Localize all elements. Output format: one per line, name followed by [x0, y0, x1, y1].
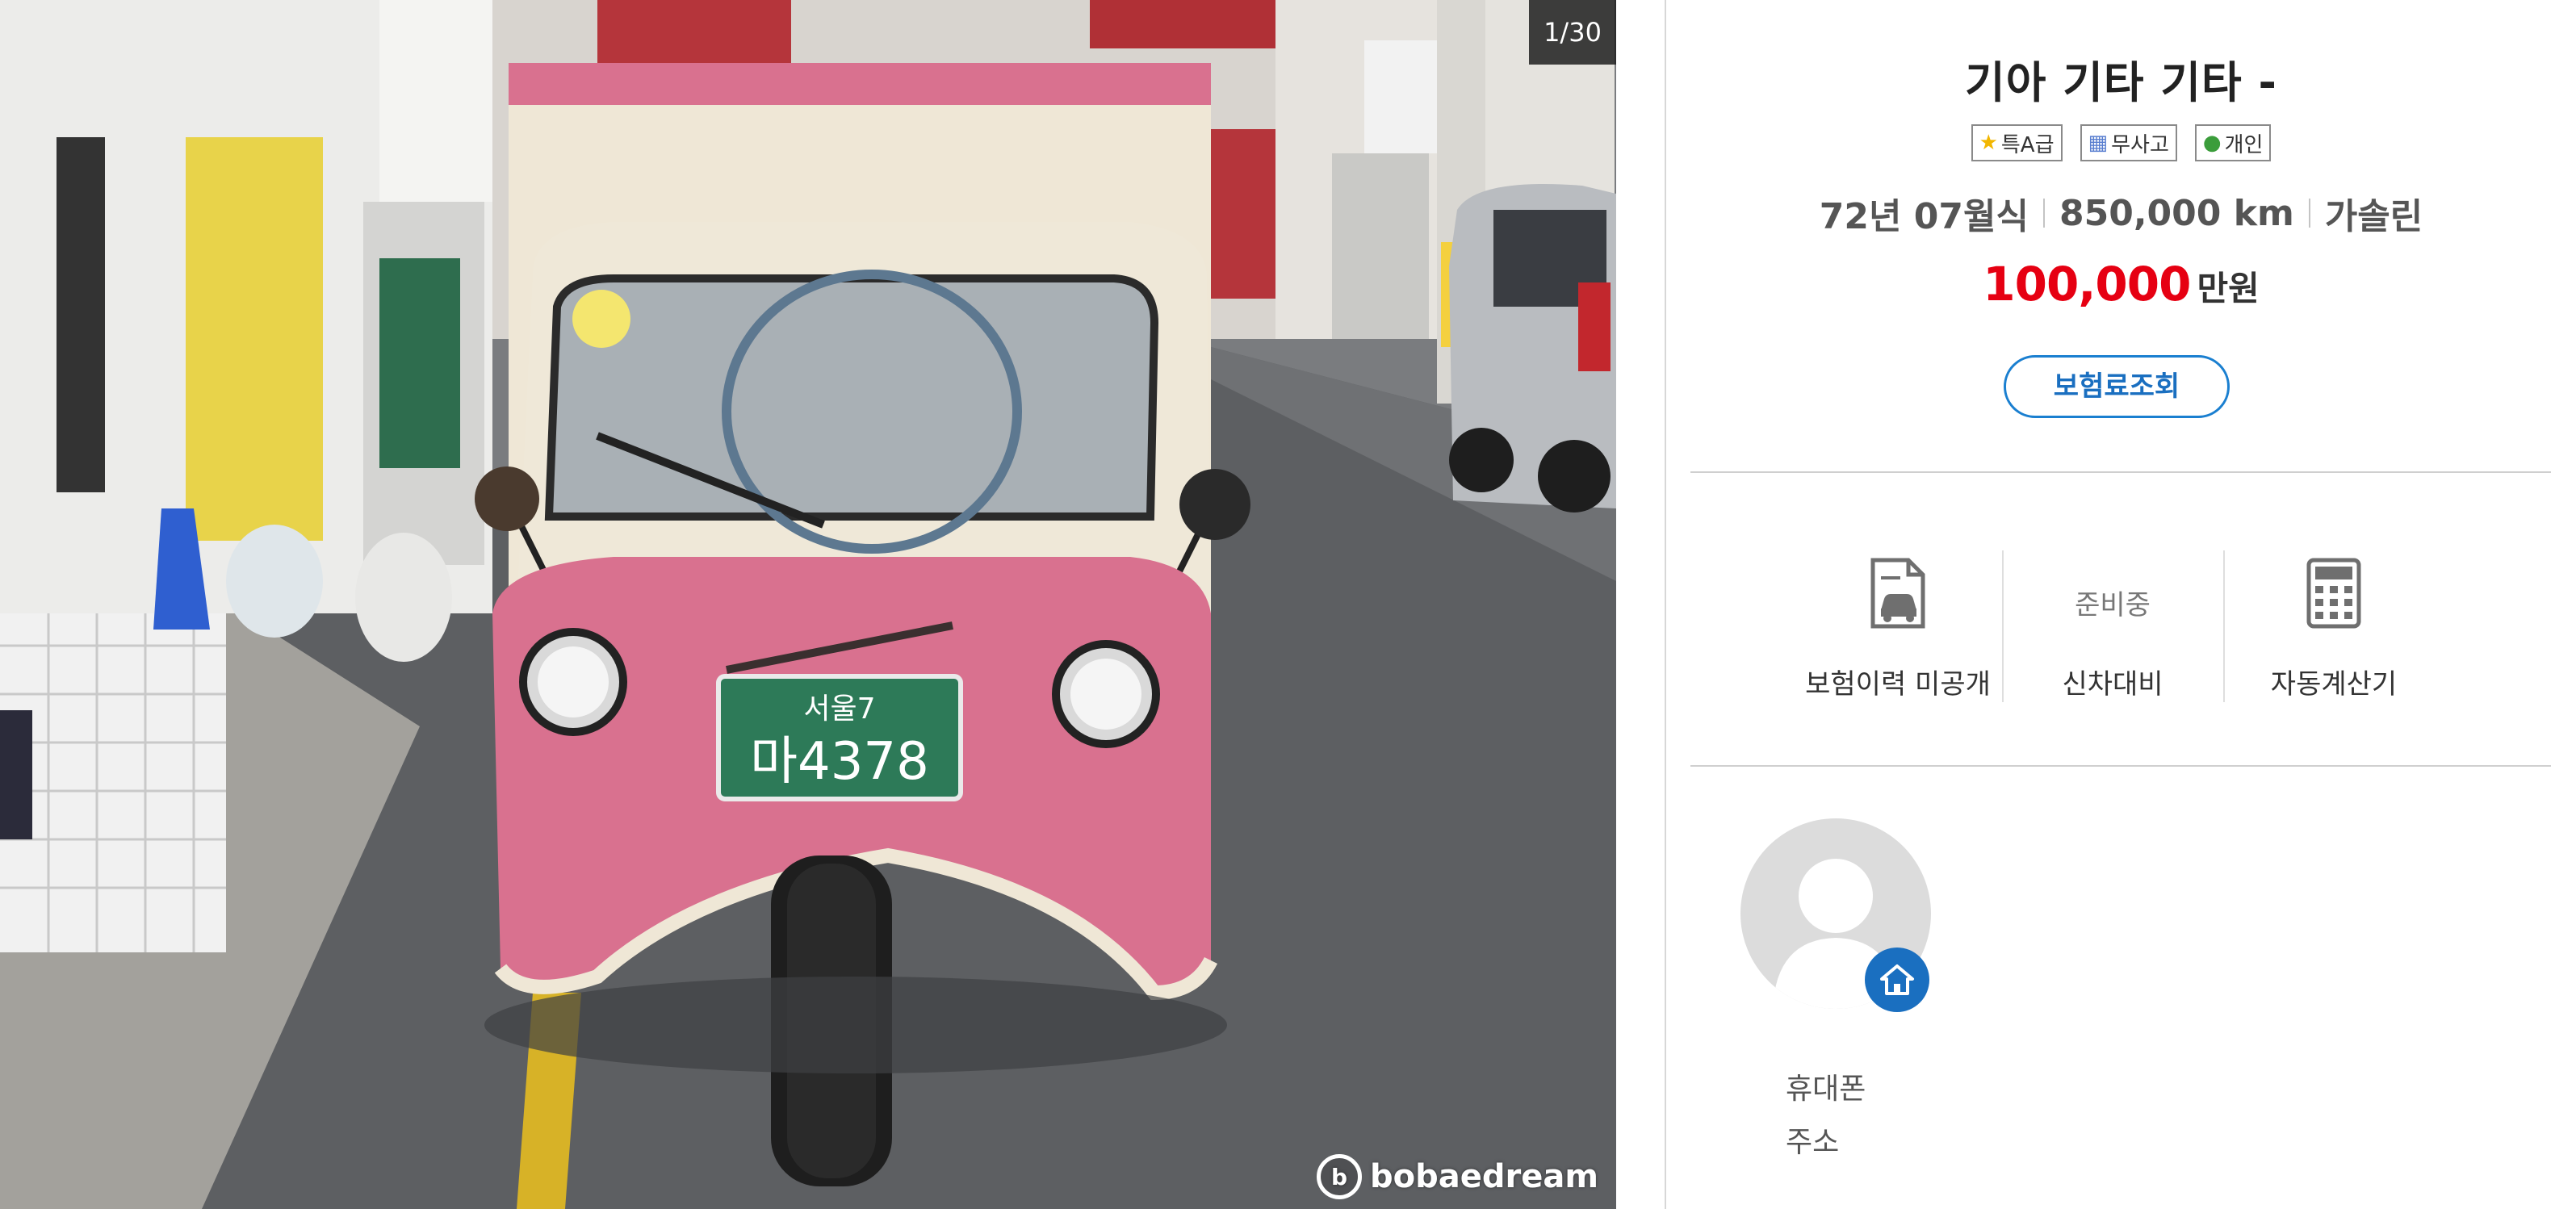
listing-info-panel: 기아 기타 기타 - ★ 특A급 ▦ 무사고 ● 개인 72년 07월식 850…	[1666, 0, 2576, 1209]
no-accident-badge: ▦ 무사고	[2080, 124, 2177, 161]
new-car-compare-label: 신차대비	[2062, 668, 2163, 701]
no-accident-badge-label: 무사고	[2111, 132, 2169, 157]
insurance-document-icon	[1870, 558, 1925, 629]
no-accident-icon: ▦	[2088, 131, 2109, 155]
spec-separator	[2308, 199, 2310, 228]
watermark: b bobaedream	[1316, 1149, 1598, 1204]
calculator-icon	[2306, 558, 2361, 629]
section-divider	[1690, 471, 2551, 473]
new-car-compare-status: 준비중	[2075, 589, 2151, 621]
seller-type-badge-label: 개인	[2224, 132, 2264, 157]
price-unit: 만원	[2197, 269, 2260, 308]
person-icon: ●	[2202, 131, 2222, 155]
fuel-type: 가솔린	[2324, 196, 2423, 237]
auto-calculator-tool[interactable]: 자동계산기	[2225, 533, 2443, 726]
plate-region-text: 서울7	[803, 692, 875, 726]
grade-badge-label: 특A급	[2000, 132, 2055, 157]
insurance-lookup-button[interactable]: 보험료조회	[2004, 355, 2230, 418]
star-icon: ★	[1979, 131, 1998, 155]
address-label: 주소	[1786, 1126, 1840, 1159]
insurance-history-tool[interactable]: 보험이력 미공개	[1789, 533, 2007, 726]
model-year: 72년 07월식	[1819, 196, 2029, 237]
mileage: 850,000 km	[2059, 192, 2294, 234]
tool-row: 보험이력 미공개 준비중 신차대비 자동계산기	[1666, 533, 2576, 726]
section-divider	[1690, 765, 2551, 767]
auto-calculator-label: 자동계산기	[2270, 668, 2398, 701]
plate-number-text: 마4378	[750, 732, 929, 792]
listing-page: 서울7 마4378 1/30 b bobaedream 기아 기타 기타 - ★…	[0, 0, 2576, 1209]
home-icon	[1880, 964, 1914, 995]
price-amount: 100,000	[1983, 257, 2191, 312]
main-photo[interactable]: 서울7 마4378 1/30 b bobaedream	[0, 0, 1616, 1209]
photo-counter: 1/30	[1529, 0, 1616, 65]
insurance-history-label: 보험이력 미공개	[1805, 668, 1991, 701]
seller-type-badge: ● 개인	[2194, 124, 2272, 161]
seller-home-button[interactable]	[1865, 948, 1929, 1012]
spec-separator	[2042, 199, 2045, 228]
phone-label: 휴대폰	[1786, 1073, 1866, 1106]
bobaedream-logo-icon: b	[1316, 1154, 1362, 1199]
listing-title: 기아 기타 기타 -	[1965, 57, 2277, 108]
truck-photo-illustration: 서울7 마4378	[0, 0, 1616, 1209]
spec-summary: 72년 07월식 850,000 km 가솔린	[1666, 187, 2576, 239]
badge-row: ★ 특A급 ▦ 무사고 ● 개인	[1666, 124, 2576, 161]
price: 100,000 만원	[1666, 257, 2576, 312]
grade-badge: ★ 특A급	[1971, 124, 2063, 161]
watermark-text: bobaedream	[1369, 1158, 1598, 1195]
new-car-compare-tool[interactable]: 준비중 신차대비	[2004, 533, 2222, 726]
